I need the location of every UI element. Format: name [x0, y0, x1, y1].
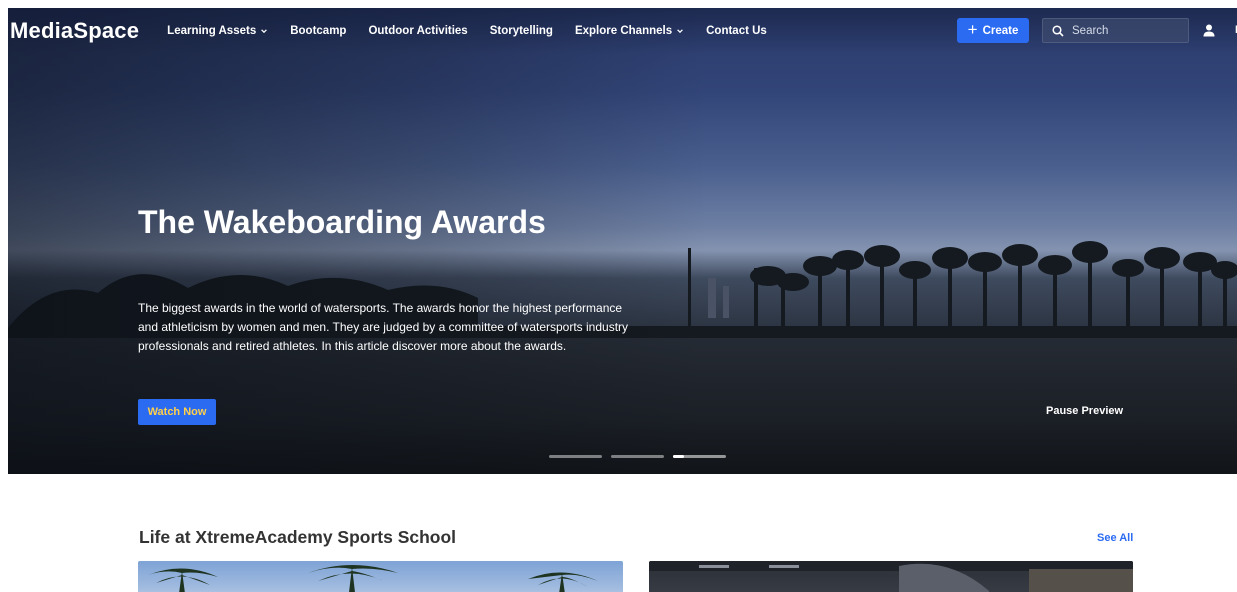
nav-item-storytelling[interactable]: Storytelling: [490, 25, 553, 37]
hero-title: The Wakeboarding Awards: [138, 204, 546, 240]
chevron-down-icon: [677, 29, 683, 34]
see-all-link[interactable]: See All: [1097, 532, 1133, 544]
site-logo[interactable]: MediaSpace: [10, 18, 139, 44]
carousel-dot-2[interactable]: [611, 455, 664, 458]
create-button-label: Create: [982, 24, 1019, 37]
nav-menu: Learning Assets Bootcamp Outdoor Activit…: [167, 25, 767, 37]
nav-item-label: Contact Us: [706, 25, 767, 37]
nav-item-label: Bootcamp: [290, 25, 347, 37]
create-button[interactable]: + Create: [957, 18, 1029, 43]
nav-item-learning-assets[interactable]: Learning Assets: [167, 25, 268, 37]
carousel-dot-1[interactable]: [549, 455, 602, 458]
nav-item-label: Learning Assets: [167, 25, 257, 37]
media-card-thumbnail[interactable]: [649, 561, 1133, 592]
section-title: Life at XtremeAcademy Sports School: [139, 527, 457, 547]
search-icon: [1052, 24, 1064, 37]
chevron-down-icon: [261, 29, 268, 34]
top-navigation: MediaSpace Learning Assets Bootcamp Outd…: [8, 8, 1237, 54]
nav-item-label: Outdoor Activities: [368, 25, 468, 37]
pause-preview-button[interactable]: Pause Preview: [1046, 405, 1123, 417]
nav-item-outdoor-activities[interactable]: Outdoor Activities: [368, 25, 467, 37]
search-box[interactable]: [1042, 18, 1189, 43]
palm-trees-thumbnail: [148, 565, 598, 592]
media-card-thumbnail[interactable]: [138, 561, 623, 592]
nav-item-bootcamp[interactable]: Bootcamp: [290, 25, 346, 37]
user-icon[interactable]: [1203, 24, 1215, 37]
search-input[interactable]: [1072, 24, 1182, 37]
plus-icon: +: [967, 20, 978, 39]
hero-description: The biggest awards in the world of water…: [138, 301, 629, 353]
nav-item-label: Explore Channels: [574, 25, 673, 37]
carousel-indicators: [549, 455, 726, 458]
nav-item-contact-us[interactable]: Contact Us: [706, 25, 767, 37]
nav-item-label: Storytelling: [489, 25, 553, 37]
watch-now-button[interactable]: Watch Now: [138, 399, 216, 425]
nav-item-explore-channels[interactable]: Explore Channels: [575, 25, 684, 37]
carousel-dot-3[interactable]: [673, 455, 726, 458]
indoor-thumbnail: [649, 561, 1133, 592]
hero-text-shade: [8, 8, 708, 474]
